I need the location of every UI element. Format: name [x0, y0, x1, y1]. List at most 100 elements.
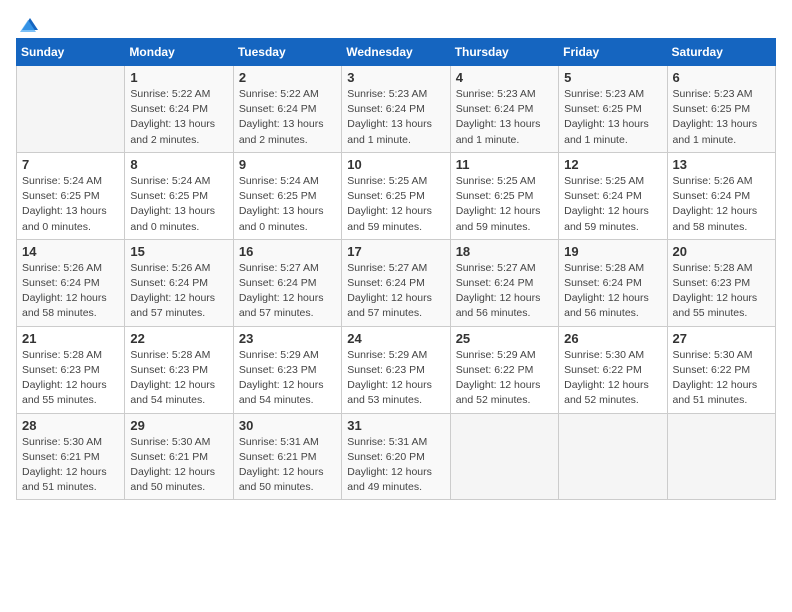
calendar-cell: 8 Sunrise: 5:24 AMSunset: 6:25 PMDaylight…: [125, 152, 233, 239]
logo: [16, 16, 40, 30]
calendar-cell: 29 Sunrise: 5:30 AMSunset: 6:21 PMDayligh…: [125, 413, 233, 500]
day-info: Sunrise: 5:30 AMSunset: 6:21 PMDaylight:…: [130, 435, 227, 496]
calendar-cell: 15 Sunrise: 5:26 AMSunset: 6:24 PMDayligh…: [125, 239, 233, 326]
day-info: Sunrise: 5:25 AMSunset: 6:25 PMDaylight:…: [347, 174, 444, 235]
calendar-cell: 6 Sunrise: 5:23 AMSunset: 6:25 PMDaylight…: [667, 66, 775, 153]
calendar-cell: [17, 66, 125, 153]
calendar-cell: 25 Sunrise: 5:29 AMSunset: 6:22 PMDayligh…: [450, 326, 558, 413]
day-number: 18: [456, 244, 553, 259]
calendar-cell: 5 Sunrise: 5:23 AMSunset: 6:25 PMDaylight…: [559, 66, 667, 153]
weekday-header-sunday: Sunday: [17, 39, 125, 66]
day-info: Sunrise: 5:23 AMSunset: 6:25 PMDaylight:…: [564, 87, 661, 148]
day-info: Sunrise: 5:27 AMSunset: 6:24 PMDaylight:…: [239, 261, 336, 322]
day-info: Sunrise: 5:25 AMSunset: 6:24 PMDaylight:…: [564, 174, 661, 235]
day-info: Sunrise: 5:23 AMSunset: 6:24 PMDaylight:…: [347, 87, 444, 148]
calendar-cell: 7 Sunrise: 5:24 AMSunset: 6:25 PMDaylight…: [17, 152, 125, 239]
day-info: Sunrise: 5:27 AMSunset: 6:24 PMDaylight:…: [456, 261, 553, 322]
day-info: Sunrise: 5:31 AMSunset: 6:20 PMDaylight:…: [347, 435, 444, 496]
day-number: 29: [130, 418, 227, 433]
day-info: Sunrise: 5:29 AMSunset: 6:23 PMDaylight:…: [239, 348, 336, 409]
day-number: 10: [347, 157, 444, 172]
calendar-week-row: 14 Sunrise: 5:26 AMSunset: 6:24 PMDayligh…: [17, 239, 776, 326]
weekday-header-tuesday: Tuesday: [233, 39, 341, 66]
calendar-cell: [559, 413, 667, 500]
weekday-header-thursday: Thursday: [450, 39, 558, 66]
day-number: 17: [347, 244, 444, 259]
calendar-cell: 21 Sunrise: 5:28 AMSunset: 6:23 PMDayligh…: [17, 326, 125, 413]
calendar-cell: 19 Sunrise: 5:28 AMSunset: 6:24 PMDayligh…: [559, 239, 667, 326]
calendar-cell: 17 Sunrise: 5:27 AMSunset: 6:24 PMDayligh…: [342, 239, 450, 326]
day-number: 7: [22, 157, 119, 172]
day-number: 24: [347, 331, 444, 346]
logo-icon: [18, 12, 40, 34]
calendar-cell: 27Sunrise: 5:30 AMSunset: 6:22 PMDayligh…: [667, 326, 775, 413]
day-number: 30: [239, 418, 336, 433]
day-number: 5: [564, 70, 661, 85]
day-number: 16: [239, 244, 336, 259]
day-number: 28: [22, 418, 119, 433]
day-info: Sunrise: 5:28 AMSunset: 6:23 PMDaylight:…: [673, 261, 770, 322]
calendar-cell: 2 Sunrise: 5:22 AMSunset: 6:24 PMDaylight…: [233, 66, 341, 153]
day-info: Sunrise: 5:24 AMSunset: 6:25 PMDaylight:…: [130, 174, 227, 235]
calendar-cell: 9 Sunrise: 5:24 AMSunset: 6:25 PMDaylight…: [233, 152, 341, 239]
calendar-cell: 30 Sunrise: 5:31 AMSunset: 6:21 PMDayligh…: [233, 413, 341, 500]
day-info: Sunrise: 5:23 AMSunset: 6:24 PMDaylight:…: [456, 87, 553, 148]
weekday-header-saturday: Saturday: [667, 39, 775, 66]
calendar-cell: 3Sunrise: 5:23 AMSunset: 6:24 PMDaylight…: [342, 66, 450, 153]
day-number: 13: [673, 157, 770, 172]
calendar-cell: 20 Sunrise: 5:28 AMSunset: 6:23 PMDayligh…: [667, 239, 775, 326]
calendar-cell: 18 Sunrise: 5:27 AMSunset: 6:24 PMDayligh…: [450, 239, 558, 326]
day-number: 14: [22, 244, 119, 259]
day-info: Sunrise: 5:24 AMSunset: 6:25 PMDaylight:…: [22, 174, 119, 235]
day-info: Sunrise: 5:23 AMSunset: 6:25 PMDaylight:…: [673, 87, 770, 148]
day-number: 6: [673, 70, 770, 85]
day-number: 15: [130, 244, 227, 259]
calendar-cell: 12 Sunrise: 5:25 AMSunset: 6:24 PMDayligh…: [559, 152, 667, 239]
day-info: Sunrise: 5:29 AMSunset: 6:23 PMDaylight:…: [347, 348, 444, 409]
day-number: 8: [130, 157, 227, 172]
day-info: Sunrise: 5:22 AMSunset: 6:24 PMDaylight:…: [130, 87, 227, 148]
calendar-table: SundayMondayTuesdayWednesdayThursdayFrid…: [16, 38, 776, 500]
day-number: 12: [564, 157, 661, 172]
day-number: 1: [130, 70, 227, 85]
calendar-cell: 22Sunrise: 5:28 AMSunset: 6:23 PMDayligh…: [125, 326, 233, 413]
day-info: Sunrise: 5:28 AMSunset: 6:23 PMDaylight:…: [22, 348, 119, 409]
day-number: 4: [456, 70, 553, 85]
day-info: Sunrise: 5:26 AMSunset: 6:24 PMDaylight:…: [22, 261, 119, 322]
weekday-header-monday: Monday: [125, 39, 233, 66]
day-number: 9: [239, 157, 336, 172]
day-info: Sunrise: 5:28 AMSunset: 6:23 PMDaylight:…: [130, 348, 227, 409]
day-number: 26: [564, 331, 661, 346]
header: [16, 16, 776, 30]
calendar-cell: 24 Sunrise: 5:29 AMSunset: 6:23 PMDayligh…: [342, 326, 450, 413]
day-info: Sunrise: 5:22 AMSunset: 6:24 PMDaylight:…: [239, 87, 336, 148]
calendar-week-row: 21 Sunrise: 5:28 AMSunset: 6:23 PMDayligh…: [17, 326, 776, 413]
calendar-cell: 23 Sunrise: 5:29 AMSunset: 6:23 PMDayligh…: [233, 326, 341, 413]
calendar-cell: [667, 413, 775, 500]
day-info: Sunrise: 5:29 AMSunset: 6:22 PMDaylight:…: [456, 348, 553, 409]
day-number: 25: [456, 331, 553, 346]
day-number: 19: [564, 244, 661, 259]
day-info: Sunrise: 5:24 AMSunset: 6:25 PMDaylight:…: [239, 174, 336, 235]
day-info: Sunrise: 5:30 AMSunset: 6:22 PMDaylight:…: [673, 348, 770, 409]
day-number: 21: [22, 331, 119, 346]
day-number: 31: [347, 418, 444, 433]
calendar-cell: 1 Sunrise: 5:22 AMSunset: 6:24 PMDaylight…: [125, 66, 233, 153]
calendar-cell: 14 Sunrise: 5:26 AMSunset: 6:24 PMDayligh…: [17, 239, 125, 326]
calendar-cell: 31 Sunrise: 5:31 AMSunset: 6:20 PMDayligh…: [342, 413, 450, 500]
calendar-week-row: 1 Sunrise: 5:22 AMSunset: 6:24 PMDaylight…: [17, 66, 776, 153]
weekday-header-wednesday: Wednesday: [342, 39, 450, 66]
day-number: 23: [239, 331, 336, 346]
day-info: Sunrise: 5:26 AMSunset: 6:24 PMDaylight:…: [130, 261, 227, 322]
day-number: 2: [239, 70, 336, 85]
calendar-cell: 28 Sunrise: 5:30 AMSunset: 6:21 PMDayligh…: [17, 413, 125, 500]
day-number: 11: [456, 157, 553, 172]
day-info: Sunrise: 5:31 AMSunset: 6:21 PMDaylight:…: [239, 435, 336, 496]
calendar-cell: 26Sunrise: 5:30 AMSunset: 6:22 PMDayligh…: [559, 326, 667, 413]
day-info: Sunrise: 5:27 AMSunset: 6:24 PMDaylight:…: [347, 261, 444, 322]
day-info: Sunrise: 5:28 AMSunset: 6:24 PMDaylight:…: [564, 261, 661, 322]
calendar-cell: 10 Sunrise: 5:25 AMSunset: 6:25 PMDayligh…: [342, 152, 450, 239]
day-info: Sunrise: 5:30 AMSunset: 6:21 PMDaylight:…: [22, 435, 119, 496]
weekday-header-friday: Friday: [559, 39, 667, 66]
day-number: 20: [673, 244, 770, 259]
